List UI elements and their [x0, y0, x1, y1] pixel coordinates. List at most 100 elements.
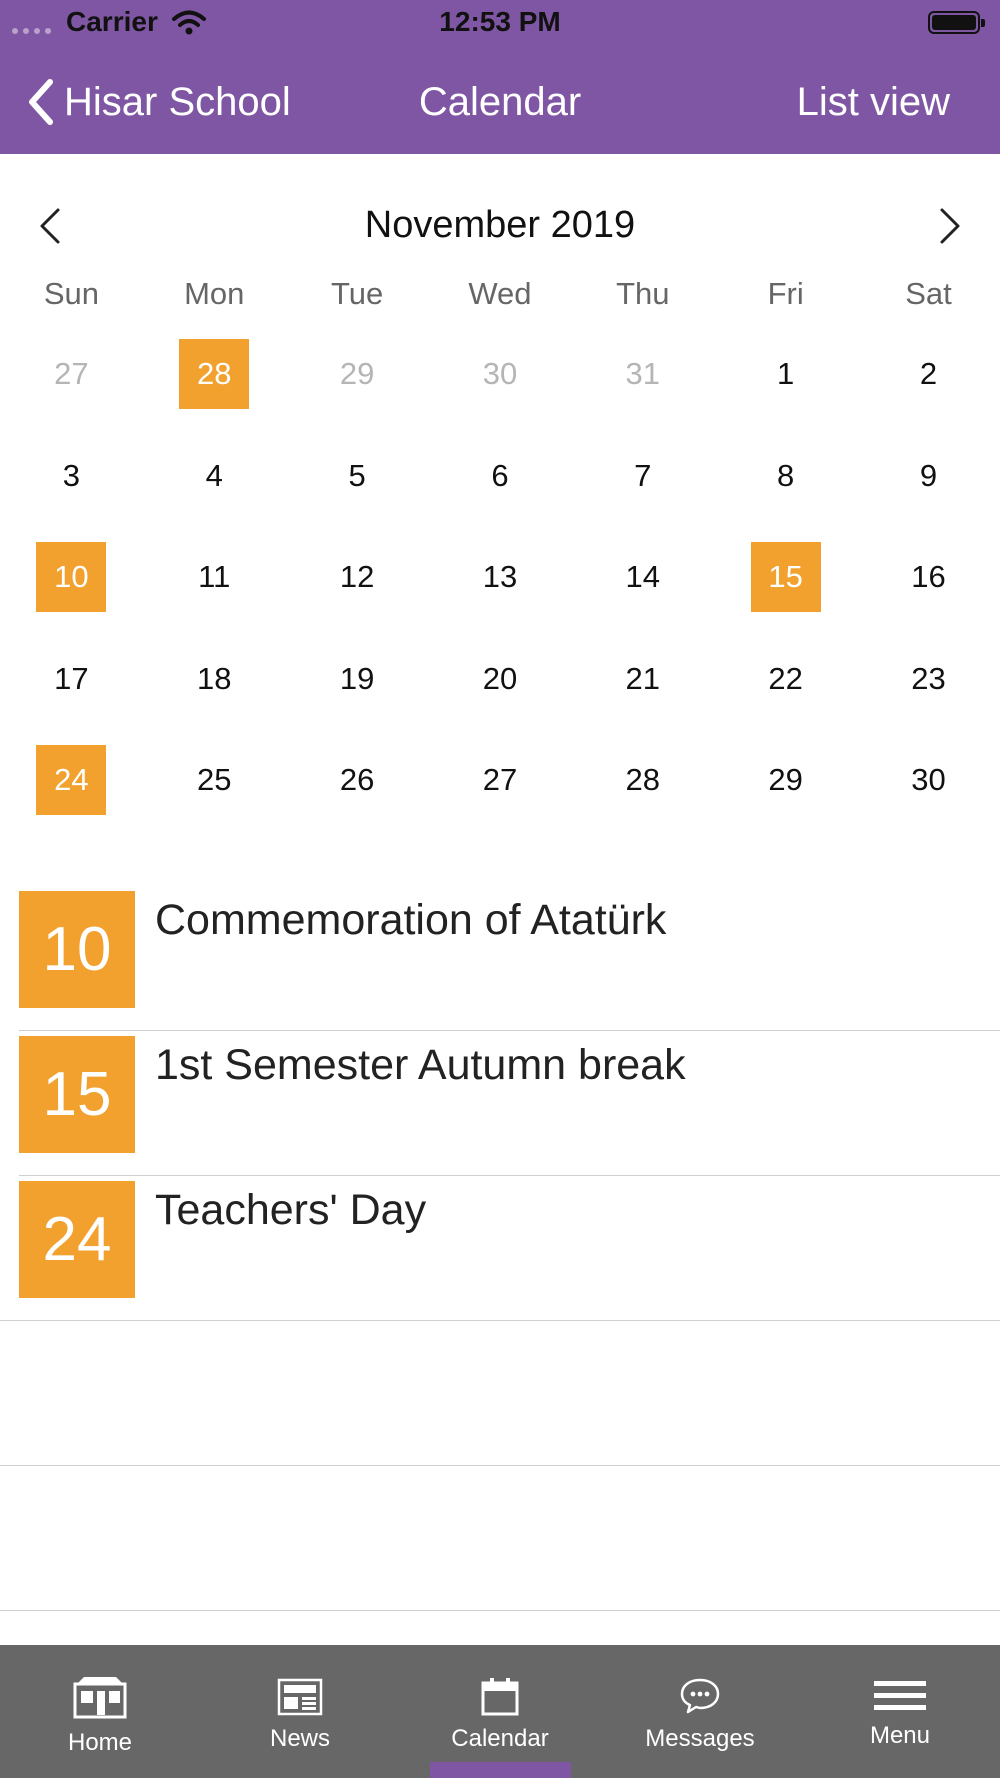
- event-title: Commemoration of Atatürk: [155, 896, 667, 944]
- day-number: 29: [768, 762, 803, 797]
- event-item[interactable]: 10 Commemoration of Atatürk: [0, 886, 1000, 1031]
- calendar-day[interactable]: 12: [286, 542, 429, 644]
- day-number: 15: [750, 542, 821, 612]
- calendar-day[interactable]: 9: [857, 441, 1000, 543]
- day-number: 30: [911, 762, 946, 797]
- calendar-day[interactable]: 29: [286, 339, 429, 441]
- calendar-day[interactable]: 24: [0, 745, 143, 847]
- tab-menu[interactable]: Menu: [800, 1645, 1000, 1778]
- calendar-day[interactable]: 21: [571, 644, 714, 746]
- empty-row: [0, 1321, 1000, 1466]
- calendar-day[interactable]: 27: [429, 745, 572, 847]
- day-number: 25: [197, 762, 232, 797]
- tab-calendar[interactable]: Calendar: [400, 1645, 600, 1778]
- event-item[interactable]: 24 Teachers' Day: [0, 1176, 1000, 1321]
- calendar-day[interactable]: 3: [0, 441, 143, 543]
- calendar-icon: [400, 1677, 600, 1717]
- day-number: 2: [919, 356, 938, 391]
- calendar-day[interactable]: 22: [714, 644, 857, 746]
- day-number: 16: [911, 559, 946, 594]
- calendar-day[interactable]: 7: [571, 441, 714, 543]
- day-number: 9: [919, 457, 938, 493]
- event-item[interactable]: 15 1st Semester Autumn break: [0, 1031, 1000, 1176]
- messages-icon: [600, 1677, 800, 1715]
- weekday-label: Fri: [767, 276, 804, 311]
- calendar-grid: 27 28 29 30 31 1 2 3 4 5 6 7 8 9 10 11 1…: [0, 339, 1000, 847]
- tab-label: Home: [67, 1729, 133, 1756]
- event-title: Teachers' Day: [155, 1186, 427, 1234]
- calendar-day[interactable]: 18: [143, 644, 286, 746]
- calendar-week: 17 18 19 20 21 22 23: [0, 644, 1000, 746]
- calendar-day[interactable]: 16: [857, 542, 1000, 644]
- home-icon: [0, 1675, 200, 1719]
- tab-label: Calendar: [451, 1725, 549, 1752]
- active-tab-indicator: [430, 1762, 571, 1778]
- day-number: 23: [911, 660, 946, 696]
- calendar-day[interactable]: 13: [429, 542, 572, 644]
- calendar-day[interactable]: 5: [286, 441, 429, 543]
- tab-label: News: [269, 1725, 330, 1752]
- event-day-badge: 10: [19, 891, 135, 1008]
- weekday-label: Mon: [184, 276, 245, 311]
- calendar-week: 3 4 5 6 7 8 9: [0, 441, 1000, 543]
- calendar-day[interactable]: 23: [857, 644, 1000, 746]
- calendar-day[interactable]: 15: [714, 542, 857, 644]
- calendar-day[interactable]: 27: [0, 339, 143, 441]
- weekday-label: Tue: [330, 276, 384, 311]
- menu-icon: [800, 1680, 1000, 1712]
- day-number: 21: [625, 660, 661, 696]
- calendar-day[interactable]: 29: [714, 745, 857, 847]
- day-number: 12: [339, 559, 375, 594]
- day-number: 31: [625, 356, 661, 391]
- calendar-day[interactable]: 11: [143, 542, 286, 644]
- calendar-day[interactable]: 31: [571, 339, 714, 441]
- day-number: 26: [339, 762, 375, 797]
- calendar-day[interactable]: 4: [143, 441, 286, 543]
- weekday-header: Sun Mon Tue Wed Thu Fri Sat: [0, 276, 1000, 316]
- next-month-button[interactable]: [930, 204, 970, 248]
- calendar-day[interactable]: 28: [571, 745, 714, 847]
- calendar-day[interactable]: 14: [571, 542, 714, 644]
- event-day-badge: 15: [19, 1036, 135, 1153]
- day-number: 7: [634, 457, 652, 493]
- divider: [0, 1610, 1000, 1611]
- day-number: 29: [339, 356, 375, 391]
- event-list: 10 Commemoration of Atatürk 15 1st Semes…: [0, 886, 1000, 1611]
- day-number: 10: [36, 542, 107, 612]
- empty-row: [0, 1466, 1000, 1611]
- calendar-day[interactable]: 6: [429, 441, 572, 543]
- weekday-label: Thu: [616, 276, 670, 311]
- tab-news[interactable]: News: [200, 1645, 400, 1778]
- calendar-day[interactable]: 8: [714, 441, 857, 543]
- calendar-day[interactable]: 17: [0, 644, 143, 746]
- calendar-week: 27 28 29 30 31 1 2: [0, 339, 1000, 441]
- day-number: 27: [54, 356, 89, 391]
- day-number: 8: [777, 457, 795, 493]
- day-number: 20: [482, 660, 518, 696]
- calendar-day[interactable]: 19: [286, 644, 429, 746]
- calendar-week: 24 25 26 27 28 29 30: [0, 745, 1000, 847]
- clock: 12:53 PM: [439, 6, 561, 37]
- calendar-day[interactable]: 30: [857, 745, 1000, 847]
- calendar-day[interactable]: 25: [143, 745, 286, 847]
- calendar-day[interactable]: 30: [429, 339, 572, 441]
- calendar-day[interactable]: 10: [0, 542, 143, 644]
- day-number: 28: [179, 339, 250, 409]
- tab-label: Menu: [869, 1722, 931, 1749]
- tab-bar: Home News Calendar Messages Menu: [0, 1645, 1000, 1778]
- day-number: 28: [625, 762, 661, 797]
- battery-icon: [928, 11, 985, 34]
- calendar-day[interactable]: 20: [429, 644, 572, 746]
- list-view-button[interactable]: List view: [797, 80, 950, 125]
- calendar-day[interactable]: 28: [143, 339, 286, 441]
- day-number: 6: [491, 457, 509, 493]
- tab-home[interactable]: Home: [0, 1645, 200, 1778]
- day-number: 3: [62, 457, 81, 493]
- calendar-day[interactable]: 1: [714, 339, 857, 441]
- day-number: 13: [482, 559, 518, 594]
- day-number: 4: [205, 457, 223, 493]
- calendar-day[interactable]: 26: [286, 745, 429, 847]
- day-number: 17: [54, 660, 89, 696]
- tab-messages[interactable]: Messages: [600, 1645, 800, 1778]
- calendar-day[interactable]: 2: [857, 339, 1000, 441]
